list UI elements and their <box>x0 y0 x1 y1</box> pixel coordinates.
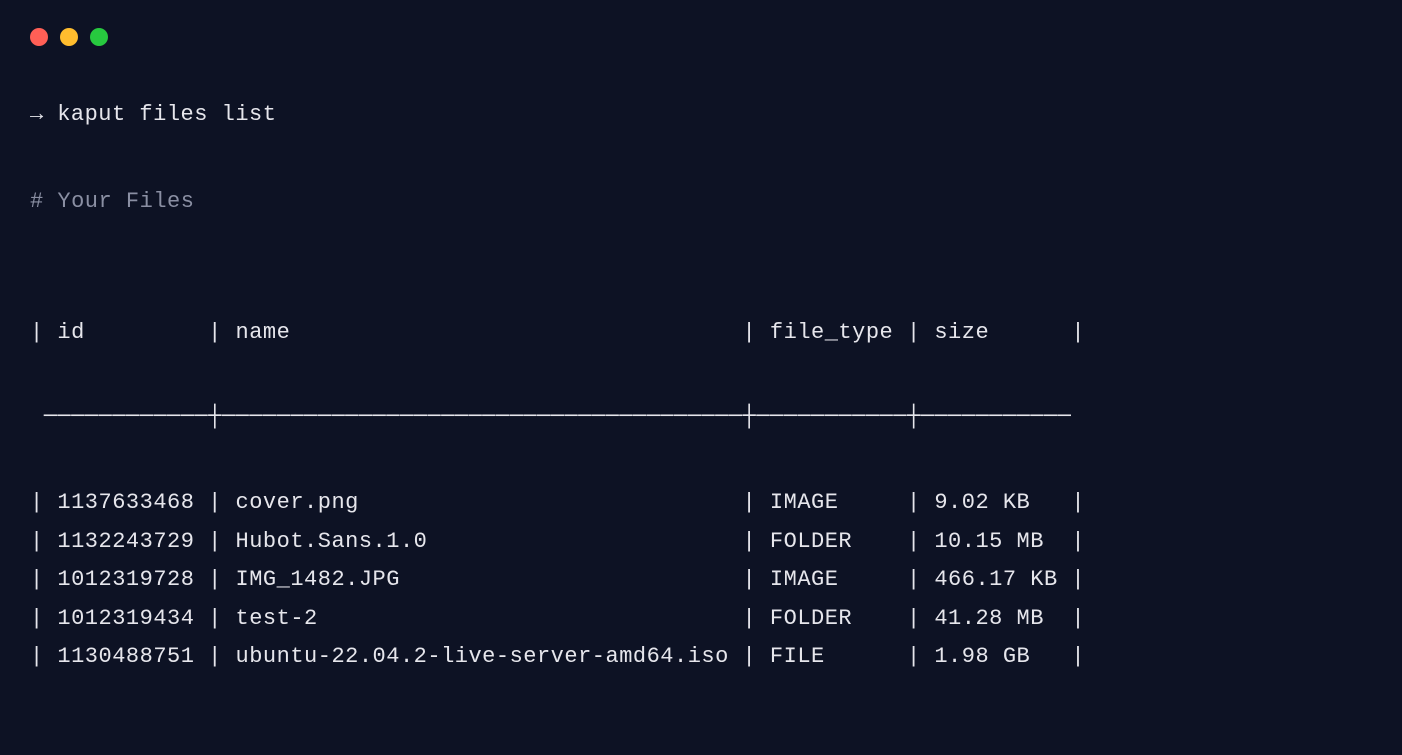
table-row: | 1012319434 | test-2 | FOLDER | 41.28 M… <box>30 600 1372 639</box>
table-row: | 1130488751 | ubuntu-22.04.2-live-serve… <box>30 638 1372 677</box>
prompt-line: → kaput files list <box>30 102 1372 127</box>
minimize-icon[interactable] <box>60 28 78 46</box>
table-divider: ────────────┼───────────────────────────… <box>30 399 1372 434</box>
prompt-arrow-icon: → <box>30 102 43 127</box>
table-row: | 1012319728 | IMG_1482.JPG | IMAGE | 46… <box>30 561 1372 600</box>
terminal-window: → kaput files list # Your Files | id | n… <box>0 0 1402 755</box>
files-table: | id | name | file_type | size | ───────… <box>30 266 1372 727</box>
table-row: | 1137633468 | cover.png | IMAGE | 9.02 … <box>30 484 1372 523</box>
close-icon[interactable] <box>30 28 48 46</box>
command-text: kaput files list <box>57 102 276 127</box>
section-title: # Your Files <box>30 189 1372 214</box>
window-controls <box>30 28 1372 46</box>
table-header: | id | name | file_type | size | <box>30 316 1372 349</box>
maximize-icon[interactable] <box>90 28 108 46</box>
table-row: | 1132243729 | Hubot.Sans.1.0 | FOLDER |… <box>30 523 1372 562</box>
